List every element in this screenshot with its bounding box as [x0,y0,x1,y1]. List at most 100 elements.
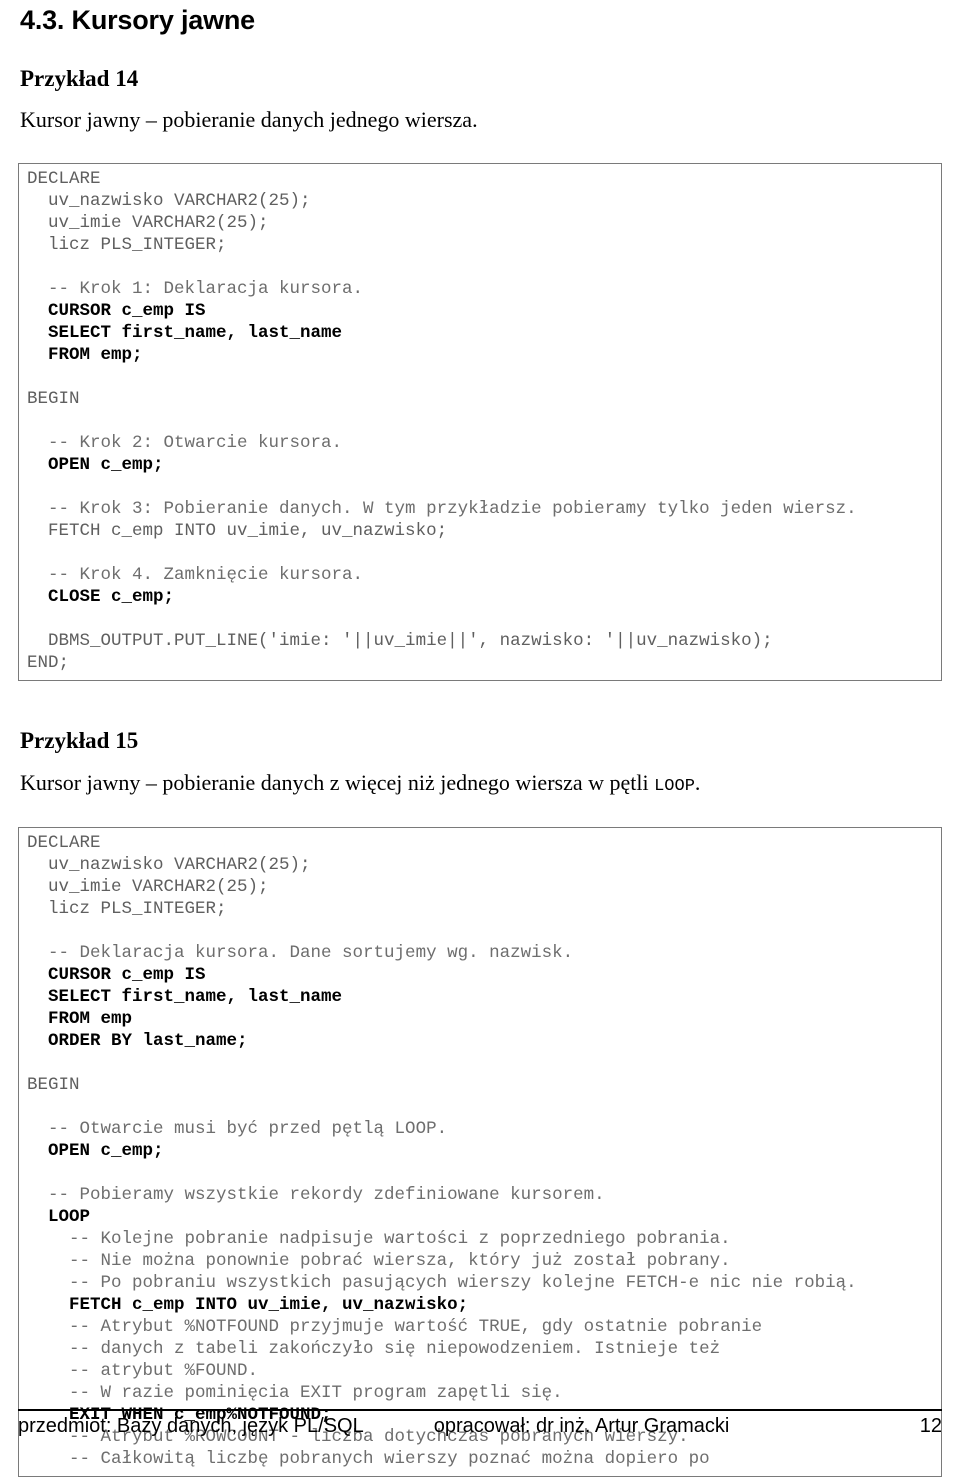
code-token: -- Krok 2: Otwarcie kursora. [27,432,343,453]
code-line: CLOSE c_emp; [27,586,933,608]
example-15-heading: Przykład 15 [20,728,139,754]
code-line: ORDER BY last_name; [27,1030,933,1052]
code-line: LOOP [27,1206,933,1228]
code-token: -- atrybut %FOUND. [27,1360,259,1381]
code-line: DECLARE [27,168,933,190]
code-line: DECLARE [27,832,933,854]
code-token: OPEN c_emp; [27,1140,164,1161]
code-token: -- Kolejne pobranie nadpisuje wartości z… [27,1228,731,1249]
code-line: uv_imie VARCHAR2(25); [27,876,933,898]
code-token: FETCH c_emp INTO uv_imie, uv_nazwisko; [27,1294,469,1315]
footer-author: opracował: dr inż. Artur Gramacki [433,1415,730,1437]
code-token: uv_nazwisko VARCHAR2(25); [27,854,311,875]
code-line: -- Po pobraniu wszystkich pasujących wie… [27,1272,933,1294]
code-token: -- Atrybut %NOTFOUND przyjmuje wartość T… [27,1316,763,1337]
code-line: BEGIN [27,388,933,410]
example-15-caption: Kursor jawny – pobieranie danych z więce… [18,770,942,797]
code-line: -- Atrybut %NOTFOUND przyjmuje wartość T… [27,1316,933,1338]
code-token: END; [27,652,70,673]
document-page: 4.3. Kursory jawne Przykład 14 Kursor ja… [0,0,960,1477]
code-token: FETCH c_emp INTO uv_imie, uv_nazwisko; [27,520,448,541]
footer-divider [18,1409,942,1411]
code-line: END; [27,652,933,674]
code-token: FROM emp; [27,344,143,365]
code-line: uv_nazwisko VARCHAR2(25); [27,190,933,212]
code-block-example-15: DECLARE uv_nazwisko VARCHAR2(25); uv_imi… [18,826,942,1477]
code-line: BEGIN [27,1074,933,1096]
caption-keyword-loop: LOOP [654,776,695,796]
code-line: CURSOR c_emp IS [27,964,933,986]
code-line: OPEN c_emp; [27,454,933,476]
code-token: -- Po pobraniu wszystkich pasujących wie… [27,1272,857,1293]
code-line: FETCH c_emp INTO uv_imie, uv_nazwisko; [27,520,933,542]
code-token: DBMS_OUTPUT.PUT_LINE('imie: '||uv_imie||… [27,630,773,651]
code-token: -- Krok 4. Zamknięcie kursora. [27,564,364,585]
code-line: -- Nie można ponownie pobrać wiersza, kt… [27,1250,933,1272]
code-line: -- Krok 2: Otwarcie kursora. [27,432,933,454]
code-line: SELECT first_name, last_name [27,322,933,344]
code-token: SELECT first_name, last_name [27,322,343,343]
example-14-heading: Przykład 14 [20,65,139,91]
code-token: uv_nazwisko VARCHAR2(25); [27,190,311,211]
code-token: uv_imie VARCHAR2(25); [27,212,269,233]
code-line: -- Krok 3: Pobieranie danych. W tym przy… [27,498,933,520]
code-token: -- danych z tabeli zakończyło się niepow… [27,1338,721,1359]
code-token: CLOSE c_emp; [27,586,175,607]
code-line: licz PLS_INTEGER; [27,234,933,256]
code-line: FROM emp; [27,344,933,366]
code-token: SELECT first_name, last_name [27,986,343,1007]
code-line: uv_nazwisko VARCHAR2(25); [27,854,933,876]
code-line: uv_imie VARCHAR2(25); [27,212,933,234]
code-line: CURSOR c_emp IS [27,300,933,322]
footer-subject: przedmiot: Bazy danych, język PL/SQL [18,1415,364,1437]
code-token: -- Nie można ponownie pobrać wiersza, kt… [27,1250,731,1271]
code-token: -- Krok 1: Deklaracja kursora. [27,278,364,299]
code-line: -- W razie pominięcia EXIT program zapęt… [27,1382,933,1404]
example-14-caption: Kursor jawny – pobieranie danych jednego… [20,106,478,132]
code-line: -- Całkowitą liczbę pobranych wierszy po… [27,1448,933,1470]
code-token: BEGIN [27,1074,80,1095]
footer-page-number: 12 [919,1415,942,1437]
code-token: -- Pobieramy wszystkie rekordy zdefiniow… [27,1184,605,1205]
code-token: DECLARE [27,168,101,189]
code-line: FROM emp [27,1008,933,1030]
code-token: LOOP [27,1206,91,1227]
footer-row: przedmiot: Bazy danych, język PL/SQL opr… [18,1415,942,1438]
code-line: -- Krok 4. Zamknięcie kursora. [27,564,933,586]
code-line: -- Deklaracja kursora. Dane sortujemy wg… [27,942,933,964]
code-token: ORDER BY last_name; [27,1030,248,1051]
code-line: -- danych z tabeli zakończyło się niepow… [27,1338,933,1360]
code-block-example-14: DECLARE uv_nazwisko VARCHAR2(25); uv_imi… [18,162,942,681]
code-line: -- Pobieramy wszystkie rekordy zdefiniow… [27,1184,933,1206]
code-token: CURSOR c_emp IS [27,964,206,985]
code-token: -- Całkowitą liczbę pobranych wierszy po… [27,1448,710,1469]
code-token: DECLARE [27,832,101,853]
code-line: -- Otwarcie musi być przed pętlą LOOP. [27,1118,933,1140]
code-line: -- atrybut %FOUND. [27,1360,933,1382]
code-token: -- Deklaracja kursora. Dane sortujemy wg… [27,942,574,963]
code-line: -- Kolejne pobranie nadpisuje wartości z… [27,1228,933,1250]
code-line: OPEN c_emp; [27,1140,933,1162]
code-token: FROM emp [27,1008,133,1029]
code-token: BEGIN [27,388,80,409]
page-title: 4.3. Kursory jawne [20,5,255,35]
code-token: uv_imie VARCHAR2(25); [27,876,269,897]
code-token: OPEN c_emp; [27,454,164,475]
code-line: -- Krok 1: Deklaracja kursora. [27,278,933,300]
page-footer: przedmiot: Bazy danych, język PL/SQL opr… [18,1409,942,1438]
code-token: CURSOR c_emp IS [27,300,206,321]
